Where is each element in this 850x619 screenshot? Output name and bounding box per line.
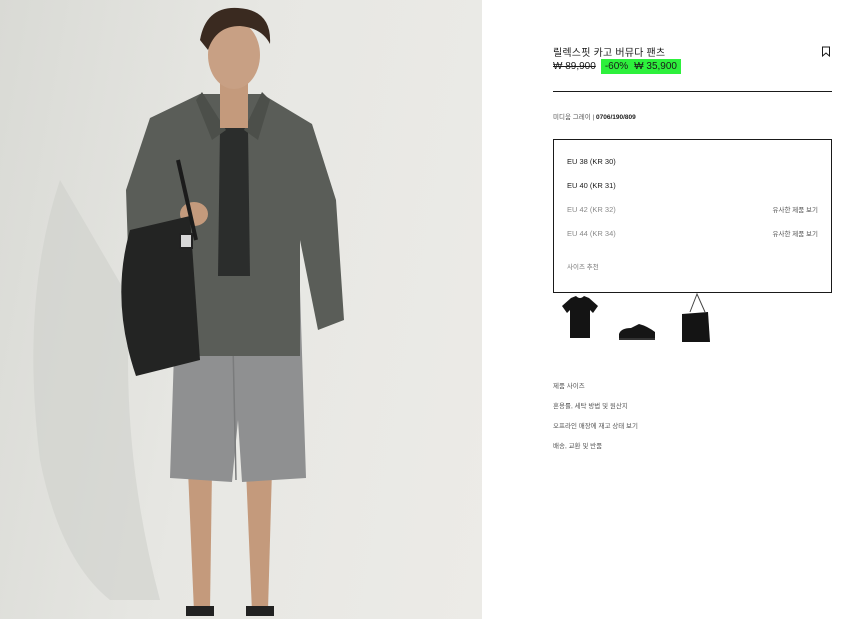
shipping-returns-link[interactable]: 배송, 교환 및 반품 bbox=[553, 440, 638, 460]
similar-products-link[interactable]: 유사한 제품 보기 bbox=[773, 228, 818, 238]
store-stock-link[interactable]: 오프라인 매장에 재고 상태 보기 bbox=[553, 420, 638, 440]
sale-price: ₩ 35,900 bbox=[634, 61, 677, 72]
model-figure bbox=[33, 7, 344, 616]
size-recommendation-link[interactable]: 사이즈 추천 bbox=[567, 261, 599, 271]
tshirt-icon bbox=[562, 296, 598, 338]
similar-products-link[interactable]: 유사한 제품 보기 bbox=[773, 204, 818, 214]
size-option[interactable]: EU 40 (KR 31) bbox=[567, 178, 818, 192]
color-code: 0706/190/809 bbox=[596, 114, 636, 121]
size-selector: EU 38 (KR 30) EU 40 (KR 31) EU 42 (KR 32… bbox=[553, 139, 832, 293]
product-photo[interactable] bbox=[0, 0, 482, 619]
size-label: EU 38 (KR 30) bbox=[567, 156, 616, 166]
size-label: EU 42 (KR 32) bbox=[567, 204, 616, 214]
bag-icon bbox=[682, 292, 710, 342]
size-info-link[interactable]: 제품 사이즈 bbox=[553, 380, 638, 400]
color-name: 미디움 그레이 bbox=[553, 114, 591, 121]
related-item-tshirt[interactable] bbox=[561, 292, 599, 344]
product-info-links: 제품 사이즈 혼용률, 세탁 방법 및 원산지 오프라인 매장에 재고 상태 보… bbox=[553, 380, 638, 460]
composition-care-link[interactable]: 혼용률, 세탁 방법 및 원산지 bbox=[553, 400, 638, 420]
size-option[interactable]: EU 42 (KR 32) 유사한 제품 보기 bbox=[567, 202, 818, 216]
size-label: EU 44 (KR 34) bbox=[567, 228, 616, 238]
price-row: ₩ 89,900 -60% ₩ 35,900 bbox=[553, 59, 681, 74]
size-option[interactable]: EU 38 (KR 30) bbox=[567, 154, 818, 168]
color-info: 미디움 그레이 | 0706/190/809 bbox=[553, 114, 636, 121]
original-price: ₩ 89,900 bbox=[553, 61, 596, 72]
related-item-shoes[interactable] bbox=[617, 292, 655, 344]
sale-price-badge: -60% ₩ 35,900 bbox=[600, 59, 681, 74]
bookmark-icon[interactable] bbox=[821, 44, 831, 58]
discount-percent: -60% bbox=[604, 61, 629, 72]
shoes-icon bbox=[619, 324, 655, 340]
related-item-bag[interactable] bbox=[677, 292, 715, 344]
divider bbox=[553, 91, 832, 92]
size-label: EU 40 (KR 31) bbox=[567, 180, 616, 190]
product-title: 릴렉스핏 카고 버뮤다 팬츠 bbox=[553, 48, 666, 59]
size-option[interactable]: EU 44 (KR 34) 유사한 제품 보기 bbox=[567, 226, 818, 240]
